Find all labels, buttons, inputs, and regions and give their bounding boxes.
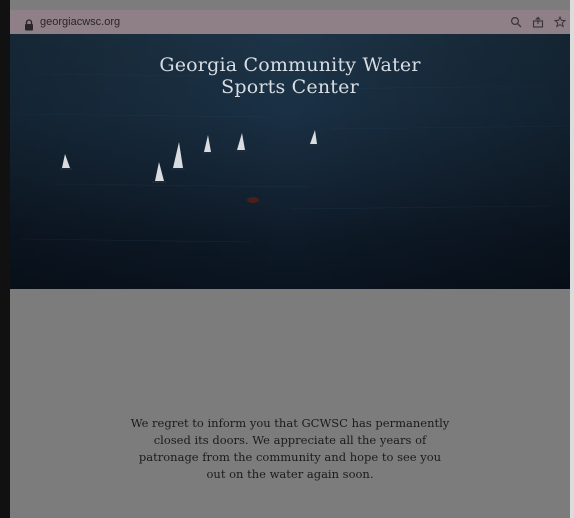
url-text[interactable]: georgiacwsc.org [40, 16, 120, 28]
closure-message: We regret to inform you that GCWSC has p… [130, 416, 450, 481]
window-frame-left [0, 0, 10, 518]
hero-title-line1: Georgia Community Water [159, 54, 421, 76]
address-bar: georgiacwsc.org [10, 10, 570, 34]
bookmark-star-icon[interactable] [554, 15, 566, 29]
hero-image: Georgia Community Water Sports Center [10, 34, 570, 289]
share-icon[interactable] [532, 15, 544, 29]
motorboat [247, 197, 259, 203]
window-frame-right [570, 0, 574, 518]
lock-icon[interactable] [24, 16, 34, 31]
content-section: We regret to inform you that GCWSC has p… [10, 289, 570, 518]
url-field[interactable]: georgiacwsc.org [14, 13, 514, 31]
hero-title-line2: Sports Center [221, 76, 359, 98]
zoom-icon[interactable] [510, 15, 522, 29]
address-bar-actions [510, 13, 566, 31]
browser-window: georgiacwsc.org Georgia Community Water … [0, 0, 574, 518]
hero-title: Georgia Community Water Sports Center [10, 54, 570, 98]
